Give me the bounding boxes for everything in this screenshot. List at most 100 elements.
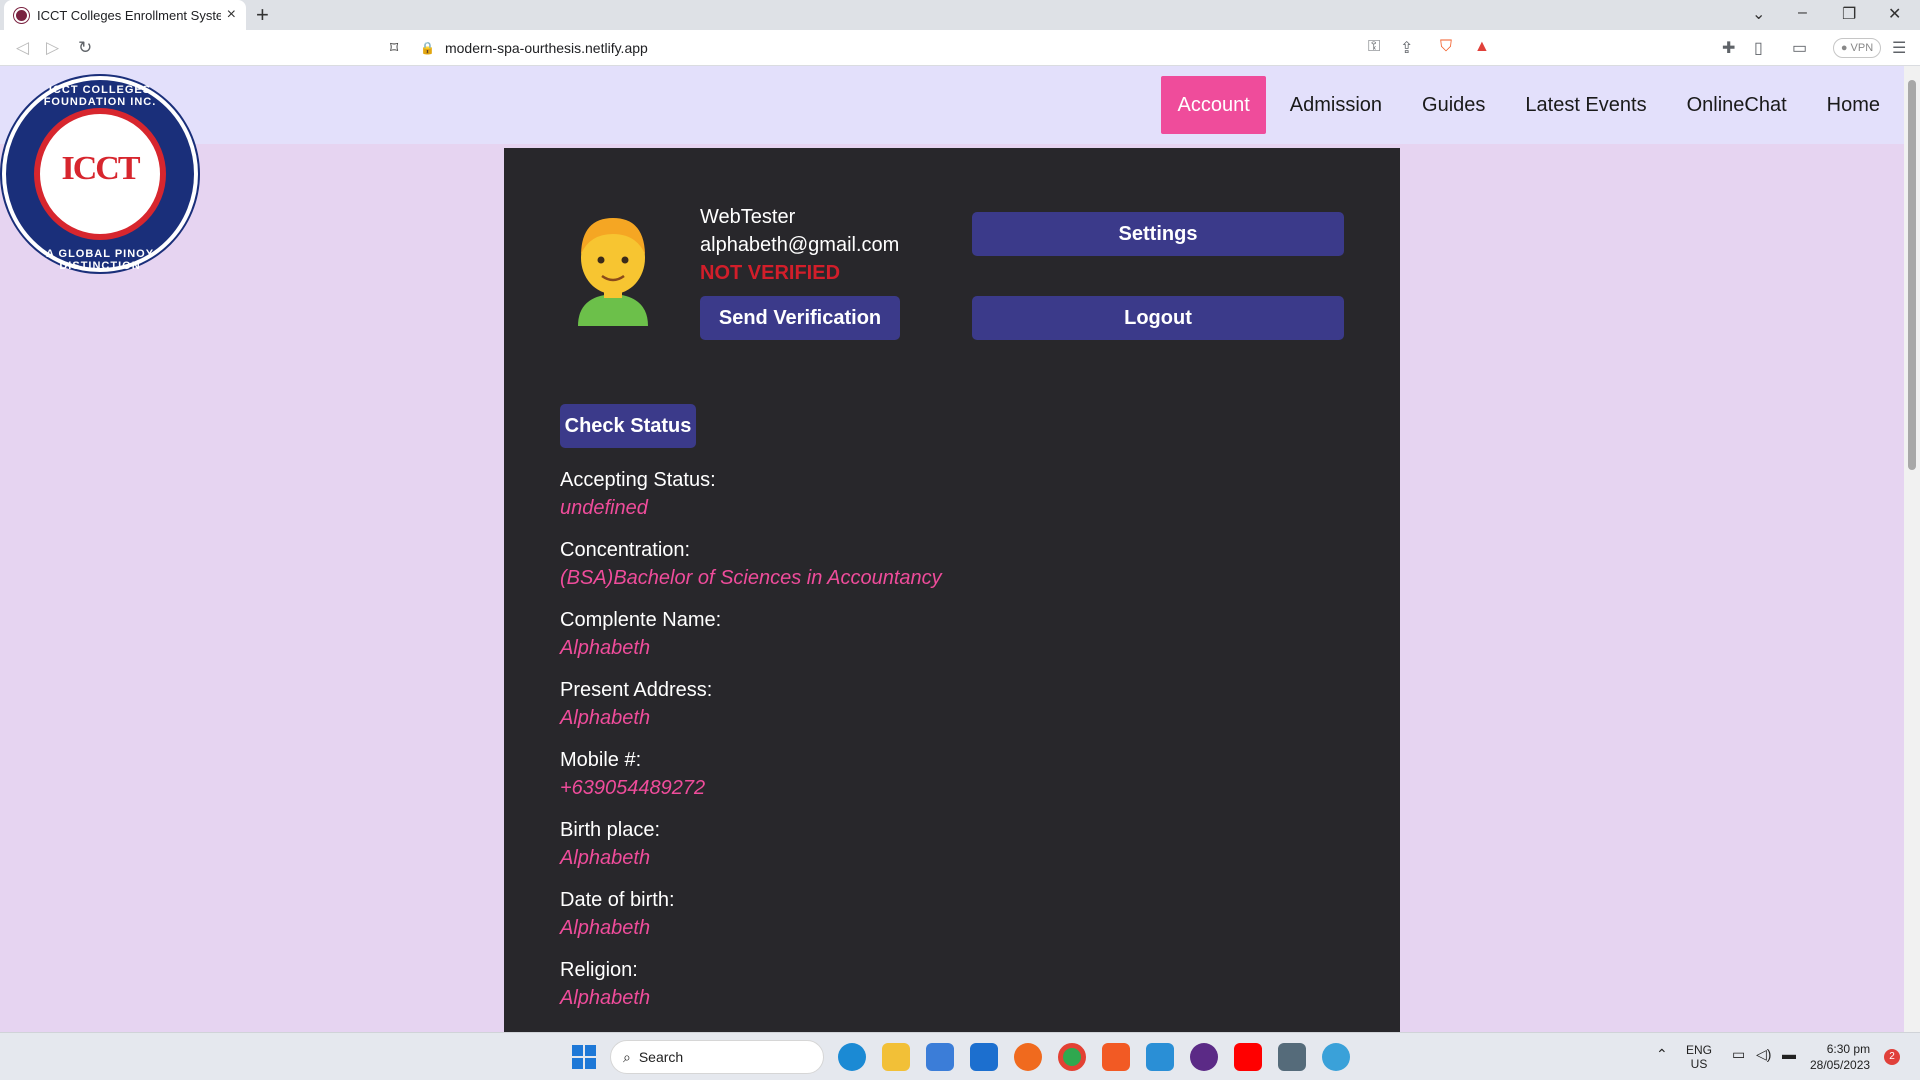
github-desktop-icon[interactable] — [1190, 1043, 1218, 1071]
bookmark-icon[interactable]: ⌑ — [390, 38, 398, 58]
check-status-button[interactable]: Check Status — [560, 404, 696, 448]
tab-search-icon[interactable]: ⌄ — [1752, 4, 1765, 24]
sidebar-icon[interactable]: ▯ — [1754, 38, 1763, 58]
page-content: Account Admission Guides Latest Events O… — [0, 66, 1904, 1032]
field-date-of-birth: Date of birth: Alphabeth — [560, 886, 942, 942]
field-value: Alphabeth — [560, 847, 651, 869]
field-value: Alphabeth — [560, 637, 651, 659]
logo-monogram: ICCT — [61, 150, 140, 187]
main-menu: Account Admission Guides Latest Events O… — [1161, 76, 1904, 134]
logo-top-text: ICCT COLLEGES FOUNDATION INC. — [43, 84, 157, 108]
menu-icon[interactable]: ☰ — [1892, 38, 1906, 58]
notification-badge[interactable]: 2 — [1884, 1049, 1900, 1065]
clock-time: 6:30 pm — [1826, 1042, 1871, 1056]
nav-home[interactable]: Home — [1811, 76, 1896, 134]
extensions-icon[interactable]: ✚ — [1722, 38, 1735, 58]
vpn-button[interactable]: ● VPN — [1833, 38, 1881, 58]
browser-tab-bar: ICCT Colleges Enrollment System × + ⌄ – … — [0, 0, 1920, 30]
photos-icon[interactable] — [1278, 1043, 1306, 1071]
network-icon[interactable]: ▭ — [1732, 1047, 1745, 1061]
window-close-icon[interactable]: ✕ — [1888, 4, 1901, 24]
field-concentration: Concentration: (BSA)Bachelor of Sciences… — [560, 536, 942, 592]
search-icon: ⌕ — [623, 1048, 631, 1065]
field-label: Date of birth: — [560, 889, 675, 911]
minimize-icon[interactable]: – — [1798, 4, 1807, 22]
field-label: Complente Name: — [560, 609, 722, 631]
field-accepting-status: Accepting Status: undefined — [560, 466, 942, 522]
new-tab-icon[interactable]: + — [256, 2, 269, 28]
youtube-icon[interactable] — [1234, 1043, 1262, 1071]
clock-date: 28/05/2023 — [1810, 1058, 1871, 1072]
wallet-icon[interactable]: ▭ — [1792, 38, 1807, 58]
field-mobile: Mobile #: +639054489272 — [560, 746, 942, 802]
restore-icon[interactable]: ❐ — [1842, 4, 1856, 24]
nav-guides[interactable]: Guides — [1406, 76, 1501, 134]
vscode-icon[interactable] — [1146, 1043, 1174, 1071]
reload-icon[interactable]: ↻ — [78, 38, 92, 58]
field-label: Present Address: — [560, 679, 713, 701]
firefox-icon[interactable] — [1014, 1043, 1042, 1071]
nav-admission[interactable]: Admission — [1274, 76, 1398, 134]
logout-button[interactable]: Logout — [972, 296, 1344, 340]
user-avatar-icon — [578, 218, 648, 326]
taskbar-search-label: Search — [638, 1049, 684, 1065]
region-code: US — [1690, 1057, 1708, 1071]
field-value: undefined — [560, 497, 648, 519]
page-scrollbar[interactable] — [1904, 66, 1920, 1032]
nav-latest-events[interactable]: Latest Events — [1509, 76, 1662, 134]
url-field[interactable]: 🔒 modern-spa-ourthesis.netlify.app — [420, 34, 1500, 62]
logo-emblem: ICCT — [34, 108, 166, 240]
nav-onlinechat[interactable]: OnlineChat — [1671, 76, 1803, 134]
taskbar-clock[interactable]: 6:30 pm 28/05/2023 — [1810, 1041, 1870, 1073]
globe-app-icon[interactable] — [1322, 1043, 1350, 1071]
field-label: Concentration: — [560, 539, 691, 561]
volume-icon[interactable]: ◁) — [1756, 1047, 1771, 1061]
lock-icon: 🔒 — [420, 41, 435, 55]
address-bar: ◁ ▷ ↻ ⌑ 🔒 modern-spa-ourthesis.netlify.a… — [0, 30, 1920, 66]
language-code: ENG — [1686, 1043, 1713, 1057]
taskbar-search[interactable]: ⌕ Search — [610, 1040, 824, 1074]
url-text: modern-spa-ourthesis.netlify.app — [444, 40, 648, 56]
share-icon[interactable]: ⇪ — [1400, 38, 1413, 58]
brave-rewards-icon[interactable]: ▲ — [1474, 38, 1490, 56]
field-value: (BSA)Bachelor of Sciences in Accountancy — [560, 567, 942, 589]
top-navigation: Account Admission Guides Latest Events O… — [0, 66, 1904, 144]
forward-icon[interactable]: ▷ — [46, 38, 59, 58]
settings-button[interactable]: Settings — [972, 212, 1344, 256]
nav-account[interactable]: Account — [1161, 76, 1266, 134]
applicant-details: Accepting Status: undefined Concentratio… — [560, 466, 942, 1026]
icct-logo[interactable]: ICCT COLLEGES FOUNDATION INC. ICCT A GLO… — [2, 76, 198, 272]
account-card: WebTester alphabeth@gmail.com NOT VERIFI… — [504, 148, 1400, 1032]
key-icon[interactable]: ⚿ — [1368, 38, 1380, 56]
brave-icon[interactable] — [1102, 1043, 1130, 1071]
store-icon[interactable] — [926, 1043, 954, 1071]
profile-email: alphabeth@gmail.com — [700, 234, 900, 256]
tab-close-icon[interactable]: × — [227, 6, 236, 24]
send-verification-button[interactable]: Send Verification — [700, 296, 900, 340]
field-label: Mobile #: — [560, 749, 642, 771]
field-birth-place: Birth place: Alphabeth — [560, 816, 942, 872]
windows-start-icon[interactable] — [572, 1045, 596, 1069]
field-label: Accepting Status: — [560, 469, 716, 491]
vpn-label: VPN — [1850, 42, 1874, 54]
chrome-icon[interactable] — [1058, 1043, 1086, 1071]
back-icon[interactable]: ◁ — [16, 38, 29, 58]
browser-tab[interactable]: ICCT Colleges Enrollment System × — [4, 0, 246, 30]
site-favicon-icon — [14, 7, 29, 23]
mail-icon[interactable] — [970, 1043, 998, 1071]
tray-overflow-icon[interactable]: ⌃ — [1656, 1047, 1668, 1061]
logo-bottom-text: A GLOBAL PINOY DISTINCTION — [45, 248, 155, 272]
field-label: Religion: — [560, 959, 638, 981]
battery-icon[interactable]: ▬ — [1782, 1047, 1796, 1061]
field-value: Alphabeth — [560, 707, 651, 729]
field-religion: Religion: Alphabeth — [560, 956, 942, 1012]
edge-icon[interactable] — [838, 1043, 866, 1071]
file-explorer-icon[interactable] — [882, 1043, 910, 1071]
brave-shield-icon[interactable]: ⛉ — [1440, 38, 1452, 56]
field-value: Alphabeth — [560, 987, 651, 1009]
windows-taskbar: ⌕ Search ⌃ ENG US ▭ ◁) ▬ 6:30 pm 28/05/2… — [0, 1032, 1920, 1080]
field-present-address: Present Address: Alphabeth — [560, 676, 942, 732]
scrollbar-thumb[interactable] — [1908, 80, 1916, 470]
profile-username: WebTester — [700, 206, 796, 228]
language-indicator[interactable]: ENG US — [1686, 1043, 1712, 1071]
